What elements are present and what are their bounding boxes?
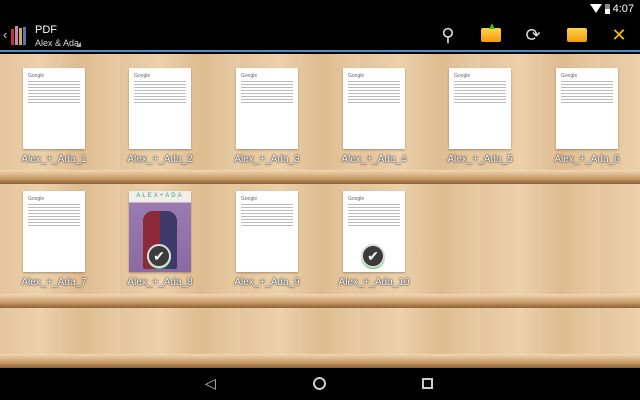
book-label[interactable]: Alex_+_Ada_3 (217, 154, 317, 165)
shelf-plank (0, 354, 640, 368)
checkmark-icon: ✔ (361, 244, 385, 268)
doc-heading: Google (241, 73, 258, 79)
app-title: PDF (35, 24, 57, 36)
doc-heading: Google (454, 73, 471, 79)
shelf-plank (0, 170, 640, 184)
book-thumbnail[interactable]: Google (236, 68, 298, 149)
search-icon[interactable]: ⚲ (436, 23, 460, 47)
book-label[interactable]: Alex_+_Ada_7 (4, 277, 104, 288)
battery-icon (605, 4, 610, 14)
doc-heading: Google (348, 73, 365, 79)
book-thumbnail[interactable]: Google ✔ (343, 191, 405, 272)
recents-nav-icon[interactable] (422, 378, 433, 389)
clock: 4:07 (612, 3, 634, 15)
folder-dropdown[interactable]: Alex & Ada (35, 38, 79, 48)
book-thumbnail[interactable]: Google (449, 68, 511, 149)
book-label[interactable]: Alex_+_Ada_6 (537, 154, 637, 165)
doc-heading: Google (561, 73, 578, 79)
bookshelf: Google Alex_+_Ada_1 Google Alex_+_Ada_2 Goog… (0, 54, 640, 368)
book-thumbnail[interactable]: Google (236, 191, 298, 272)
dropdown-indicator-icon[interactable] (76, 42, 81, 47)
book-thumbnail[interactable]: Google (343, 68, 405, 149)
book-thumbnail[interactable]: Google (129, 68, 191, 149)
settings-tools-icon[interactable]: ✕ (607, 23, 631, 47)
doc-heading: Google (28, 73, 45, 79)
book-thumbnail[interactable]: Google (556, 68, 618, 149)
book-label[interactable]: Alex_+_Ada_5 (430, 154, 530, 165)
app-logo-books-icon[interactable] (10, 25, 30, 45)
book-label[interactable]: Alex_+_Ada_1 (4, 154, 104, 165)
wifi-icon (590, 4, 602, 13)
shelf-plank (0, 294, 640, 308)
book-thumbnail[interactable]: Google (23, 68, 85, 149)
navigation-bar: ◁ (0, 368, 640, 400)
book-label[interactable]: Alex_+_Ada_10 (324, 277, 424, 288)
book-label[interactable]: Alex_+_Ada_8 (110, 277, 210, 288)
back-chevron-icon[interactable]: ‹ (3, 27, 7, 42)
doc-heading: Google (348, 196, 365, 202)
doc-heading: Google (134, 73, 151, 79)
action-bar: ‹ PDF Alex & Ada ⚲ ▲ ⟳ ✕ (0, 18, 640, 52)
checkmark-icon: ✔ (147, 244, 171, 268)
doc-heading: Google (241, 196, 258, 202)
back-nav-icon[interactable]: ◁ (205, 375, 216, 392)
status-bar: 4:07 (0, 0, 640, 18)
refresh-icon[interactable]: ⟳ (521, 23, 545, 47)
book-thumbnail[interactable]: Google (23, 191, 85, 272)
home-nav-icon[interactable] (313, 377, 326, 390)
import-folder-icon[interactable]: ▲ (479, 21, 503, 47)
cover-title: ALEX+ADA (136, 193, 184, 199)
book-label[interactable]: Alex_+_Ada_2 (110, 154, 210, 165)
book-label[interactable]: Alex_+_Ada_4 (324, 154, 424, 165)
open-folder-icon[interactable] (565, 23, 589, 47)
book-label[interactable]: Alex_+_Ada_9 (217, 277, 317, 288)
book-thumbnail[interactable]: ALEX+ADA ✔ (129, 191, 191, 272)
doc-heading: Google (28, 196, 45, 202)
